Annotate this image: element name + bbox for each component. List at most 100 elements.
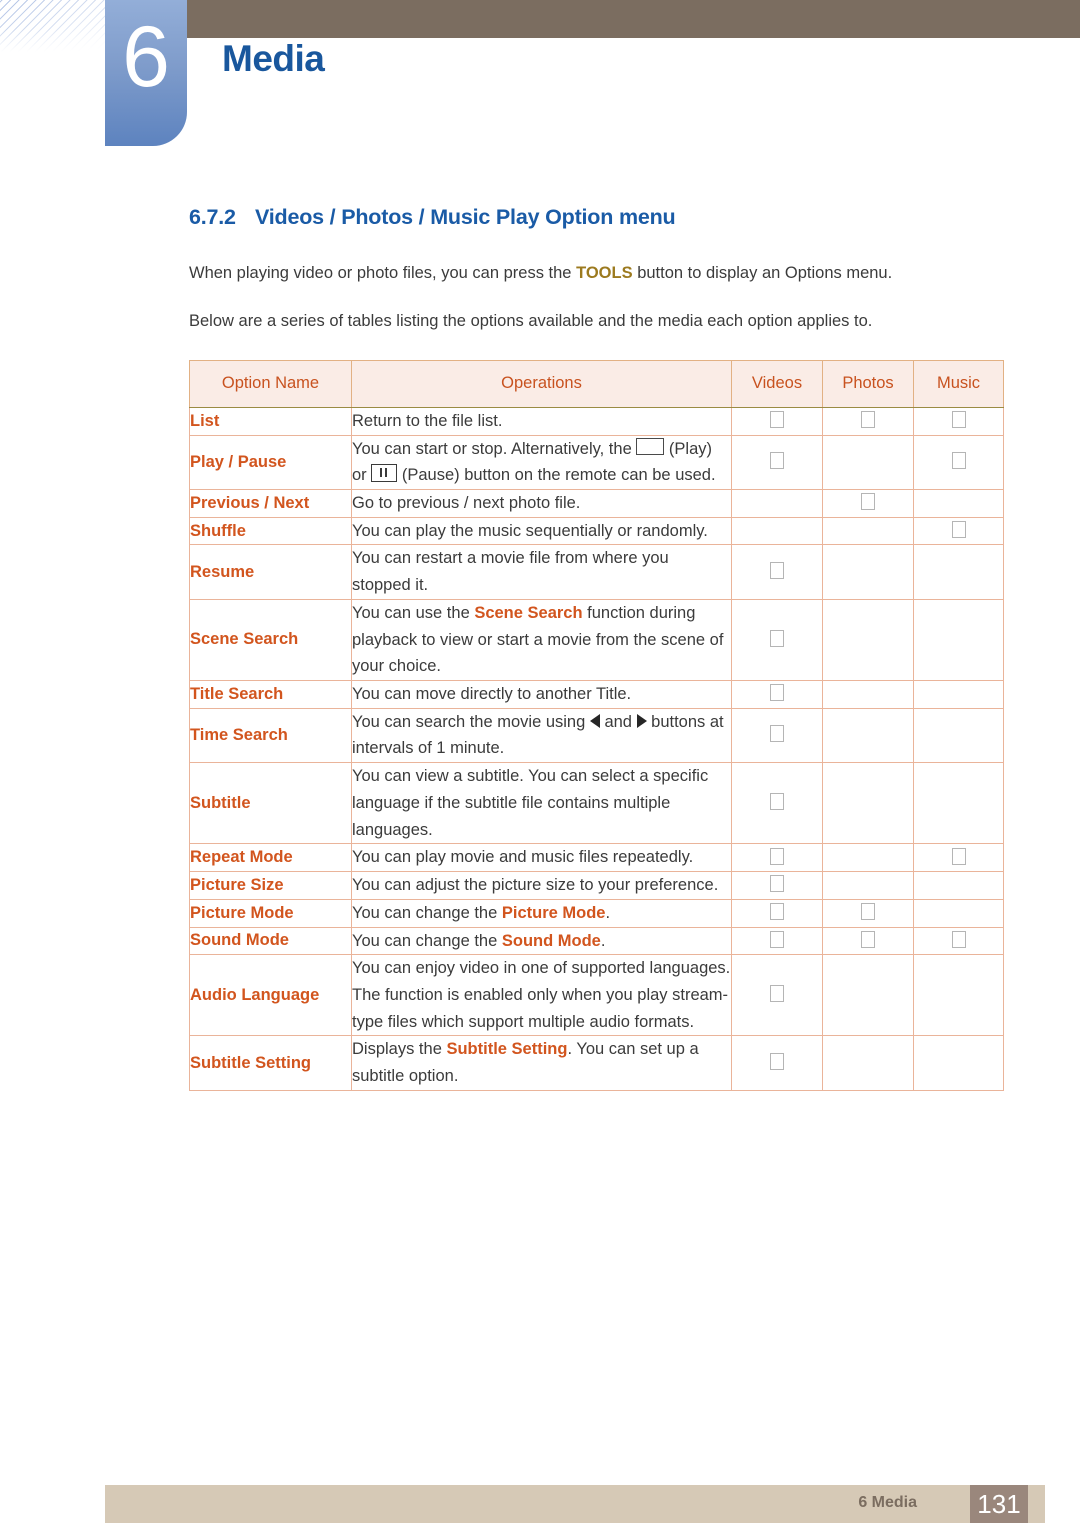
cell-videos-mark <box>731 707 823 764</box>
arrow-left-icon <box>589 713 600 728</box>
cell-music-mark <box>913 762 1004 845</box>
cell-operations: You can view a subtitle. You can select … <box>351 762 732 845</box>
cell-option-name: Title Search <box>189 680 352 709</box>
cell-option-name: Audio Language <box>189 954 352 1037</box>
section-heading: 6.7.2 Videos / Photos / Music Play Option… <box>189 205 1003 230</box>
section-title: Videos / Photos / Music Play Option menu <box>255 205 676 229</box>
cell-videos-mark <box>731 544 823 600</box>
table-row: Previous / Next Go to previous / next pho… <box>189 489 1004 518</box>
cell-videos-mark <box>731 489 823 518</box>
cell-photos-mark <box>822 544 914 600</box>
cell-option-name: Resume <box>189 544 352 600</box>
table-row: Title Search You can move directly to ano… <box>189 680 1004 709</box>
intro-paragraph-1: When playing video or photo files, you c… <box>189 262 1003 286</box>
cell-operations: You can play movie and music files repea… <box>351 843 732 873</box>
cell-music-mark <box>913 954 1004 1037</box>
highlighted-term: Repeat Mode <box>190 848 293 867</box>
cell-option-name: Previous / Next <box>189 489 352 518</box>
cell-videos-mark <box>731 598 823 682</box>
supported-mark-icon <box>770 1053 784 1071</box>
supported-mark-icon <box>861 903 875 921</box>
column-header-photos: Photos <box>822 359 914 408</box>
supported-mark-icon <box>770 629 784 647</box>
highlighted-term: Picture Mode <box>501 903 606 922</box>
column-header-music: Music <box>913 359 1004 408</box>
highlighted-term: Play <box>190 452 224 471</box>
table-body: List Return to the file list. Play / Pause… <box>189 406 1004 1091</box>
supported-mark-icon <box>770 903 784 921</box>
play-box-icon <box>636 437 665 455</box>
cell-music-mark <box>913 926 1004 956</box>
intro-1-after: button to display an Options menu. <box>632 264 893 282</box>
table-row: Audio Language You can enjoy video in one… <box>189 954 1004 1037</box>
table-row: Resume You can restart a movie file from … <box>189 544 1004 600</box>
column-header-operations: Operations <box>351 359 732 408</box>
cell-photos-mark <box>822 954 914 1037</box>
supported-mark-icon <box>770 793 784 811</box>
chapter-title: Media <box>222 38 325 79</box>
cell-photos-mark <box>822 1035 914 1091</box>
table-head: Option Name Operations Videos Photos Mus… <box>189 359 1004 408</box>
cell-option-name: Subtitle Setting <box>189 1035 352 1091</box>
cell-operations: Return to the file list. <box>351 406 732 436</box>
supported-mark-icon <box>770 562 784 580</box>
highlighted-term: Picture Size <box>190 875 284 894</box>
cell-videos-mark <box>731 871 823 900</box>
supported-mark-icon <box>770 725 784 743</box>
cell-music-mark <box>913 680 1004 709</box>
cell-music-mark <box>913 406 1004 436</box>
top-brown-band <box>186 0 1080 38</box>
cell-music-mark <box>913 544 1004 600</box>
cell-operations: You can restart a movie file from where … <box>351 544 732 600</box>
cell-operations: You can change the Picture Mode. <box>351 898 732 928</box>
highlighted-term: Subtitle <box>190 793 251 812</box>
cell-photos-mark <box>822 516 914 546</box>
cell-photos-mark <box>822 434 914 491</box>
cell-photos-mark <box>822 489 914 518</box>
supported-mark-icon <box>951 930 966 948</box>
cell-photos-mark <box>822 843 914 873</box>
cell-operations: You can use the Scene Search function du… <box>351 598 732 682</box>
cell-option-name: Time Search <box>189 707 352 764</box>
cell-photos-mark <box>822 871 914 900</box>
arrow-right-icon <box>636 713 647 728</box>
cell-videos-mark <box>731 843 823 873</box>
supported-mark-icon <box>770 875 784 893</box>
cell-videos-mark <box>731 762 823 845</box>
cell-music-mark <box>913 434 1004 491</box>
column-header-videos: Videos <box>731 359 823 408</box>
cell-music-mark <box>913 898 1004 928</box>
cell-operations: You can adjust the picture size to your … <box>351 871 732 900</box>
cell-photos-mark <box>822 406 914 436</box>
column-header-option-name: Option Name <box>189 359 352 408</box>
supported-mark-icon <box>861 493 875 511</box>
cell-music-mark <box>913 598 1004 682</box>
cell-videos-mark <box>731 954 823 1037</box>
cell-operations: You can move directly to another Title. <box>351 680 732 709</box>
cell-photos-mark <box>822 598 914 682</box>
table-row: Sound Mode You can change the Sound Mode. <box>189 926 1004 956</box>
intro-paragraph-2: Below are a series of tables listing the… <box>189 311 873 330</box>
section-number: 6.7.2 <box>189 205 236 229</box>
page-content: 6.7.2 Videos / Photos / Music Play Option… <box>189 205 1004 1091</box>
highlighted-term: Subtitle Setting <box>446 1040 568 1059</box>
cell-operations: Displays the Subtitle Setting. You can s… <box>351 1035 732 1091</box>
pause-box-icon <box>371 464 398 483</box>
cell-videos-mark <box>731 926 823 956</box>
supported-mark-icon <box>770 411 784 429</box>
footer-page-number: 131 <box>970 1485 1028 1523</box>
table-header-row: Option Name Operations Videos Photos Mus… <box>189 359 1004 408</box>
cell-music-mark <box>913 1035 1004 1091</box>
table-row: Time Search You can search the movie usin… <box>189 707 1004 764</box>
supported-mark-icon <box>770 930 784 948</box>
table-row: Repeat Mode You can play movie and music … <box>189 843 1004 873</box>
cell-option-name: Play / Pause <box>189 434 352 491</box>
supported-mark-icon <box>770 847 784 865</box>
tools-button-label: TOOLS <box>576 264 633 282</box>
cell-music-mark <box>913 871 1004 900</box>
chapter-badge: 6 <box>105 0 187 146</box>
supported-mark-icon <box>861 411 875 429</box>
cell-option-name: Picture Mode <box>189 898 352 928</box>
cell-operations: You can enjoy video in one of supported … <box>351 954 732 1037</box>
table-row: Shuffle You can play the music sequential… <box>189 516 1004 546</box>
